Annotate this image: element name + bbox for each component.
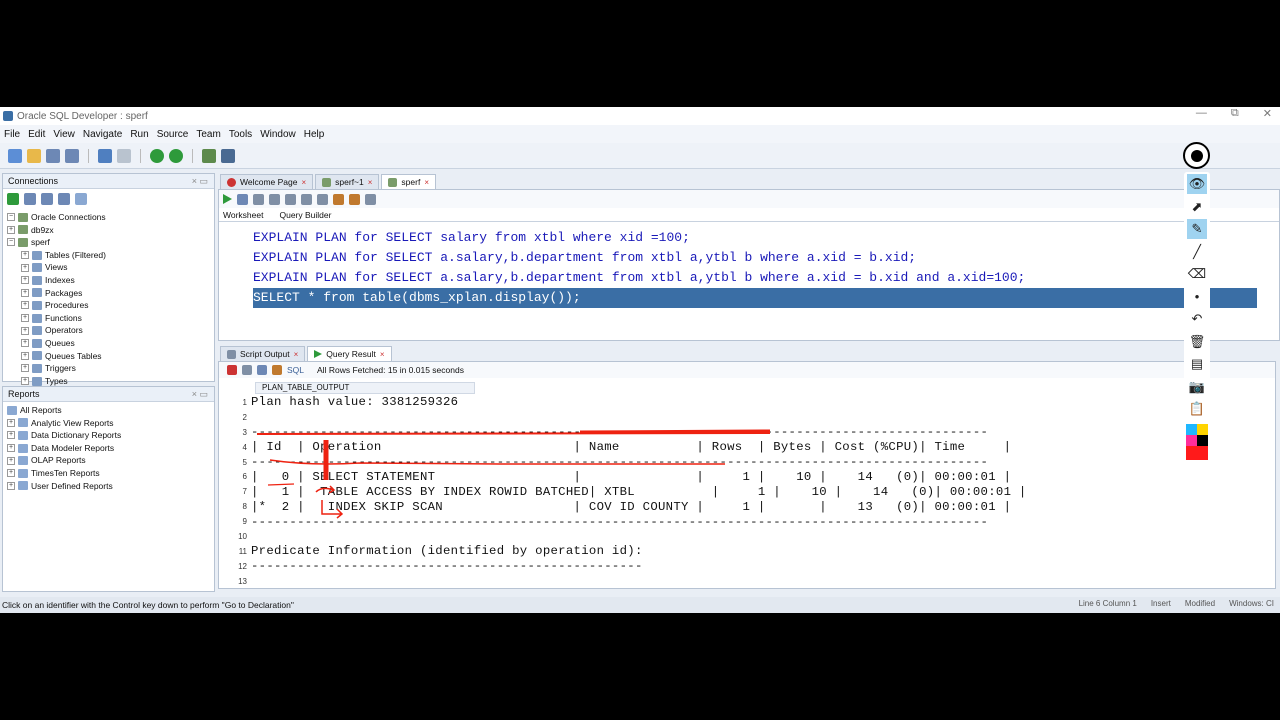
annotation-stroke [256,432,771,435]
annotation-stroke [579,429,771,434]
annotation-stroke [321,500,344,519]
annotation-stroke [315,485,336,494]
annotation-stroke [267,483,295,486]
annotation-strokes [256,429,771,519]
annotation-stroke [269,459,725,465]
